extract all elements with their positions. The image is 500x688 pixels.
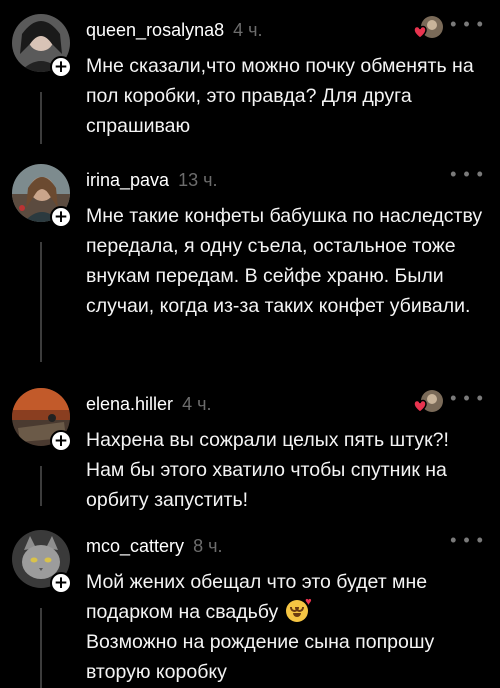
more-icon[interactable]: • • • — [450, 388, 484, 409]
comment-text: Мой жених обещал что это будет мне подар… — [86, 567, 486, 687]
thread-line — [40, 608, 42, 688]
thread-line — [40, 466, 42, 506]
comment-header: elena.hiller 4 ч. — [86, 394, 211, 415]
comment-header: queen_rosalyna8 4 ч. — [86, 20, 263, 41]
follow-plus-icon[interactable]: + — [50, 206, 72, 228]
comment-item: + irina_pava 13 ч. • • • Мне такие конфе… — [0, 164, 500, 364]
comment-text: Мне сказали,что можно почку обменять на … — [86, 55, 474, 137]
comment-header: mco_cattery 8 ч. — [86, 536, 222, 557]
comment-text: Мне такие конфеты бабушка по наследству … — [86, 205, 483, 317]
username[interactable]: elena.hiller — [86, 394, 173, 414]
comment-item: + elena.hiller 4 ч. • • • Нахрена вы сож… — [0, 388, 500, 511]
creator-heart-icon — [410, 14, 444, 44]
comment-header: irina_pava 13 ч. — [86, 170, 217, 191]
comment-item: + mco_cattery 8 ч. • • • Мой жених обеща… — [0, 530, 500, 688]
thread-line — [40, 242, 42, 362]
username[interactable]: queen_rosalyna8 — [86, 20, 224, 40]
timestamp: 4 ч. — [182, 394, 212, 414]
timestamp: 13 ч. — [178, 170, 218, 190]
username[interactable]: mco_cattery — [86, 536, 184, 556]
follow-plus-icon[interactable]: + — [50, 430, 72, 452]
more-icon[interactable]: • • • — [450, 14, 484, 35]
comment-text-line: Мой жених обещал что это будет мне подар… — [86, 571, 428, 623]
comment-item: + queen_rosalyna8 4 ч. • • • Мне сказали… — [0, 14, 500, 144]
timestamp: 8 ч. — [193, 536, 223, 556]
timestamp: 4 ч. — [233, 20, 263, 40]
more-icon[interactable]: • • • — [450, 530, 484, 551]
more-icon[interactable]: • • • — [450, 164, 484, 185]
follow-plus-icon[interactable]: + — [50, 572, 72, 594]
creator-heart-icon — [410, 388, 444, 418]
thread-line — [40, 92, 42, 144]
smiling-face-with-hearts-emoji: ♥ — [285, 597, 312, 622]
follow-plus-icon[interactable]: + — [50, 56, 72, 78]
comment-text-line: Возможно на рождение сына попрошу вторую… — [86, 631, 435, 683]
comment-text: Нахрена вы сожрали целых пять штук?! Нам… — [86, 429, 449, 511]
username[interactable]: irina_pava — [86, 170, 169, 190]
